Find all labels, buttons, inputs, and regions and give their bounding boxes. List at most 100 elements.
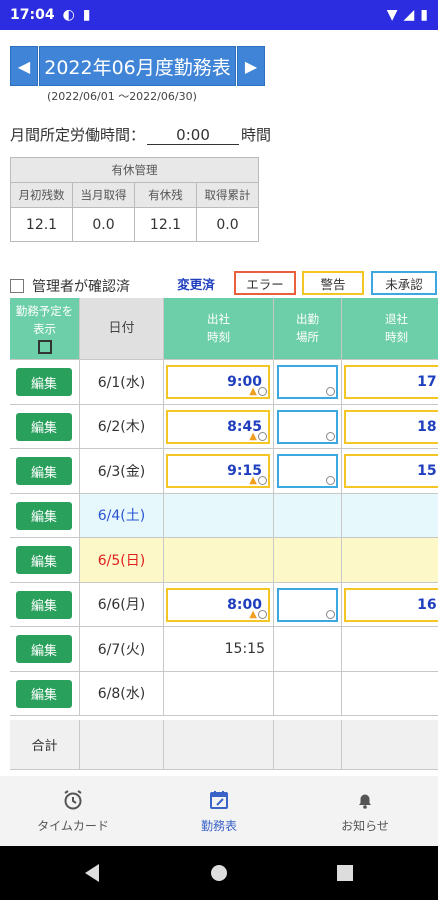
show-plan-checkbox[interactable]	[37, 339, 52, 354]
prev-month-button[interactable]: ◀	[10, 46, 38, 86]
date-cell: 6/1(水)	[80, 360, 164, 405]
clock-out-time[interactable]: 17:3▲	[344, 365, 438, 399]
edit-button[interactable]: 編集	[16, 501, 72, 530]
leave-value: 12.1	[134, 207, 197, 242]
edit-button[interactable]: 編集	[16, 635, 72, 663]
clock-icon	[326, 387, 335, 396]
clock-out-value: 16:0	[417, 596, 438, 613]
edit-cell: 編集	[10, 671, 80, 716]
clock-in-cell	[164, 538, 274, 583]
clock-in-time[interactable]: 8:45 ▲	[166, 409, 270, 444]
status-time: 17:04	[10, 7, 55, 23]
manager-confirmed-label: 管理者が確認済	[32, 279, 130, 295]
table-header: 勤務予定を表示 日付 出社 時刻 出勤 場所 退社 時刻	[10, 298, 438, 360]
attendance-table: 勤務予定を表示 日付 出社 時刻 出勤 場所 退社 時刻 編集 6/1(水) 9:0…	[10, 298, 438, 775]
leave-header: 取得累計	[196, 182, 259, 208]
warning-icon: ▲	[249, 430, 257, 442]
clock-out-time[interactable]: 18:0▲	[344, 409, 438, 444]
bottom-nav: タイムカード 勤務表 お知らせ	[0, 776, 438, 846]
location-field[interactable]	[277, 587, 338, 622]
calendar-icon	[208, 789, 230, 813]
date-cell: 6/4(土)	[80, 493, 164, 538]
edit-button[interactable]: 編集	[16, 679, 72, 708]
clock-out-cell: 16:0▲	[342, 582, 438, 627]
clock-out-cell	[342, 538, 438, 583]
total-row: 合計	[10, 720, 438, 770]
edit-button[interactable]: 編集	[16, 457, 72, 485]
date-cell: 6/7(火)	[80, 627, 164, 672]
leave-header: 有休残	[134, 182, 197, 208]
nav-item-0[interactable]: タイムカード	[0, 776, 146, 846]
monthly-hours-value: 0:00	[147, 126, 240, 145]
clock-in-time[interactable]: 9:15 ▲	[166, 454, 270, 488]
clock-out-header: 退社 時刻	[342, 298, 438, 360]
clock-out-value: 15:0	[417, 463, 438, 479]
location-cell	[274, 360, 342, 405]
legend-unapproved: 未承認	[371, 271, 437, 295]
battery-icon: ▮	[420, 7, 428, 23]
show-plan-header[interactable]: 勤務予定を表示	[10, 298, 80, 360]
legend-changed: 変更済	[177, 276, 215, 292]
edit-button[interactable]: 編集	[16, 546, 72, 574]
clock-in-time[interactable]: 9:00 ▲	[166, 365, 270, 399]
location-cell	[274, 493, 342, 538]
clock-icon	[258, 476, 267, 485]
clock-icon	[258, 431, 267, 441]
table-row: 編集 6/5(日)	[10, 538, 438, 583]
table-row: 編集 6/8(水)	[10, 671, 438, 716]
clock-out-cell	[342, 671, 438, 716]
total-cell	[342, 720, 438, 770]
legend-warning: 警告	[302, 271, 364, 295]
edit-button[interactable]: 編集	[16, 368, 72, 396]
total-cell	[164, 720, 274, 770]
next-month-button[interactable]: ▶	[237, 46, 265, 86]
location-field[interactable]	[277, 365, 338, 399]
leave-value: 0.0	[72, 207, 135, 242]
page-title: 2022年06月度勤務表	[39, 46, 236, 86]
date-cell: 6/6(月)	[80, 582, 164, 627]
nav-item-label: お知らせ	[341, 818, 389, 833]
back-icon	[85, 864, 99, 882]
table-row: 編集 6/7(火) 15:15	[10, 627, 438, 672]
clock-out-time[interactable]: 16:0▲	[344, 587, 438, 622]
total-label: 合計	[10, 720, 80, 770]
clock-out-cell	[342, 627, 438, 672]
nav-item-label: タイムカード	[37, 818, 109, 833]
clock-out-cell: 17:3▲	[342, 360, 438, 405]
clock-in-cell	[164, 671, 274, 716]
clock-in-cell	[164, 493, 274, 538]
edit-cell: 編集	[10, 360, 80, 405]
edit-button[interactable]: 編集	[16, 412, 72, 441]
clock-out-cell: 18:0▲	[342, 404, 438, 449]
edit-cell: 編集	[10, 582, 80, 627]
date-cell: 6/8(水)	[80, 671, 164, 716]
location-cell	[274, 582, 342, 627]
table-row: 編集6/3(金)9:15▲15:0▲	[10, 449, 438, 494]
nav-item-1[interactable]: 勤務表	[146, 776, 292, 846]
edit-cell: 編集	[10, 493, 80, 538]
clock-in-cell: 9:00 ▲	[164, 360, 274, 405]
edit-button[interactable]: 編集	[16, 590, 72, 619]
manager-confirmed-toggle[interactable]: 管理者が確認済	[10, 276, 130, 296]
nav-item-2[interactable]: お知らせ	[292, 776, 438, 846]
manager-confirmed-checkbox[interactable]	[10, 279, 24, 293]
clock-icon	[326, 431, 335, 441]
alarm-clock-icon	[62, 789, 84, 813]
status-bar: 17:04 ◐ ▮ ▼ ◢ ▮	[0, 0, 438, 30]
clock-icon	[326, 476, 335, 485]
location-cell	[274, 404, 342, 449]
clock-out-time[interactable]: 15:0▲	[344, 454, 438, 488]
location-field[interactable]	[277, 454, 338, 488]
table-row: 編集6/2(木)8:45▲18:0▲	[10, 404, 438, 449]
legend-error: エラー	[234, 271, 296, 295]
warning-icon: ▲	[249, 386, 257, 397]
warning-icon: ▲	[249, 608, 257, 620]
edit-cell: 編集	[10, 538, 80, 583]
system-nav-bar	[0, 846, 438, 900]
location-field[interactable]	[277, 409, 338, 444]
clock-in-header: 出社 時刻	[164, 298, 274, 360]
monthly-hours: 月間所定労働時間： 0:00 時間	[10, 124, 271, 145]
home-icon	[211, 865, 227, 881]
period-range: (2022/06/01 ～2022/06/30)	[47, 90, 197, 103]
clock-in-time[interactable]: 8:00 ▲	[166, 587, 270, 622]
